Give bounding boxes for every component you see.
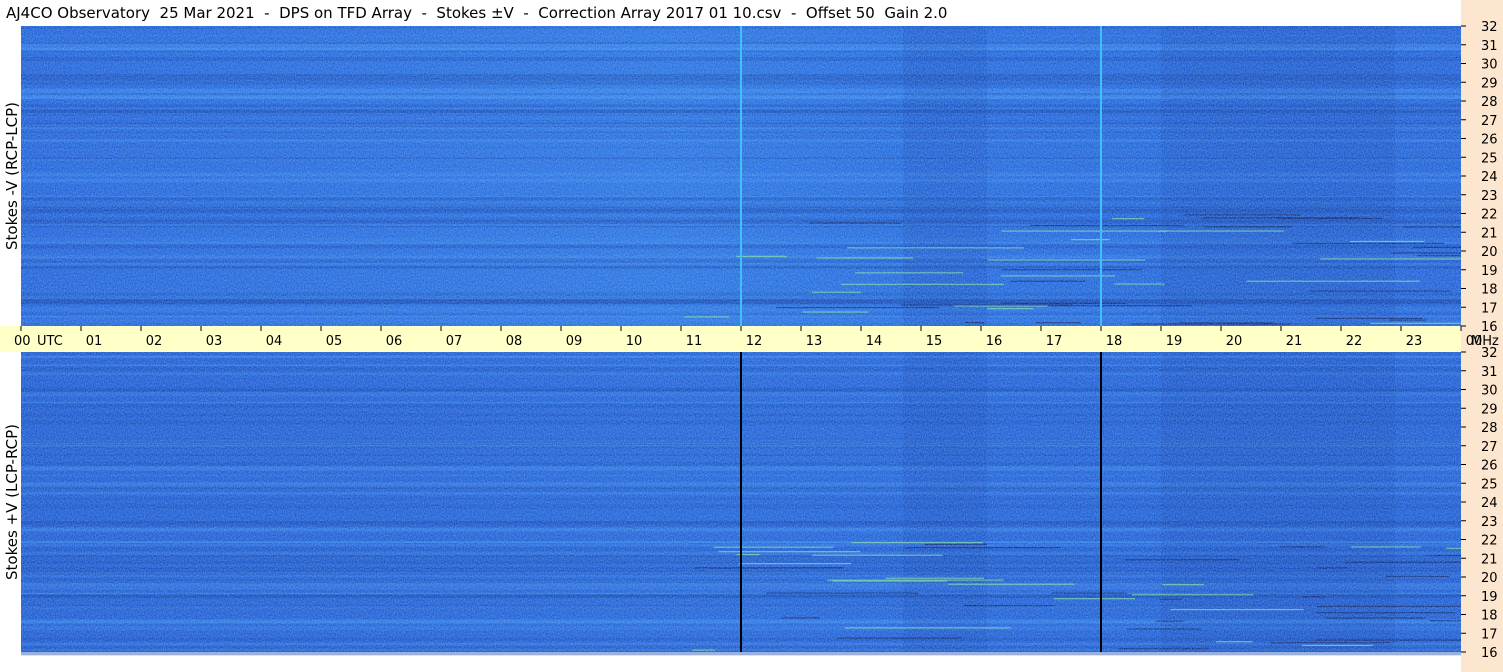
bottom-y-axis-label: Stokes +V (LCP-RCP)	[3, 424, 21, 580]
x-tick-label: 07	[446, 334, 463, 349]
y-tick-label: 22	[1481, 534, 1498, 549]
x-tick-label: 05	[326, 334, 343, 349]
x-tick-label: 20	[1226, 334, 1243, 349]
y-tick-label: 30	[1481, 384, 1498, 399]
x-tick-label: 17	[1046, 334, 1063, 349]
x-tick-label: 12	[746, 334, 763, 349]
y-tick-label: 20	[1481, 245, 1498, 260]
y-tick-label: 18	[1481, 609, 1498, 624]
y-tick-label: 32	[1481, 20, 1498, 35]
y-tick-label: 27	[1481, 440, 1498, 455]
x-tick-label: 22	[1346, 334, 1363, 349]
x-tick-label: 08	[506, 334, 523, 349]
y-tick-label: 19	[1481, 264, 1498, 279]
y-tick-label: 21	[1481, 552, 1498, 567]
x-tick-label: 19	[1166, 334, 1183, 349]
x-tick-label: 02	[146, 334, 163, 349]
y-tick-label: 29	[1481, 402, 1498, 417]
x-tick-label: 04	[266, 334, 283, 349]
y-tick-label: 23	[1481, 515, 1498, 530]
x-tick-label: 21	[1286, 334, 1303, 349]
y-tick-label: 18	[1481, 283, 1498, 298]
spectrogram-chart: 1617181920212223242526272829303132 16171…	[14, 20, 1499, 661]
x-tick-label: 01	[86, 334, 103, 349]
bottom-panel: 1617181920212223242526272829303132	[21, 346, 1498, 661]
x-tick-label: 23	[1406, 334, 1423, 349]
mhz-label: MHz	[1471, 334, 1499, 349]
x-tick-label: 15	[926, 334, 943, 349]
y-tick-label: 19	[1481, 590, 1498, 605]
utc-label: UTC	[37, 334, 63, 349]
x-tick-label: 11	[686, 334, 703, 349]
y-tick-label: 31	[1481, 365, 1498, 380]
y-tick-label: 27	[1481, 114, 1498, 129]
x-tick-label: 14	[866, 334, 883, 349]
y-tick-label: 28	[1481, 421, 1498, 436]
top-y-axis-label: Stokes -V (RCP-LCP)	[3, 102, 21, 250]
y-tick-label: 16	[1481, 646, 1498, 661]
x-tick-label: 10	[626, 334, 643, 349]
y-tick-label: 30	[1481, 58, 1498, 73]
x-tick-label: 13	[806, 334, 823, 349]
y-tick-label: 21	[1481, 226, 1498, 241]
x-tick-label: 18	[1106, 334, 1123, 349]
y-tick-label: 29	[1481, 76, 1498, 91]
time-axis: 00 01 02 03 04 05 06 07 08 09 10 11 12 13 14 15 16 17 18 19…	[14, 326, 1499, 349]
y-tick-label: 26	[1481, 459, 1498, 474]
y-tick-label: 31	[1481, 39, 1498, 54]
y-tick-label: 16	[1481, 320, 1498, 335]
x-tick-label: 03	[206, 334, 223, 349]
y-tick-label: 22	[1481, 208, 1498, 223]
y-tick-label: 25	[1481, 151, 1498, 166]
y-tick-label: 17	[1481, 627, 1498, 642]
y-tick-label: 24	[1481, 170, 1498, 185]
x-tick-label: 16	[986, 334, 1003, 349]
x-tick-label: 09	[566, 334, 583, 349]
top-panel: 16 17 18 19 20 21 22 23 24 25 26 27 28 29 30 31 32	[21, 20, 1498, 335]
x-tick-label: 00	[14, 334, 31, 349]
y-tick-label: 24	[1481, 496, 1498, 511]
y-tick-label: 28	[1481, 95, 1498, 110]
x-tick-label: 06	[386, 334, 403, 349]
y-tick-label: 17	[1481, 301, 1498, 316]
y-tick-label: 23	[1481, 189, 1498, 204]
y-tick-label: 20	[1481, 571, 1498, 586]
y-tick-label: 26	[1481, 133, 1498, 148]
y-tick-label: 25	[1481, 477, 1498, 492]
